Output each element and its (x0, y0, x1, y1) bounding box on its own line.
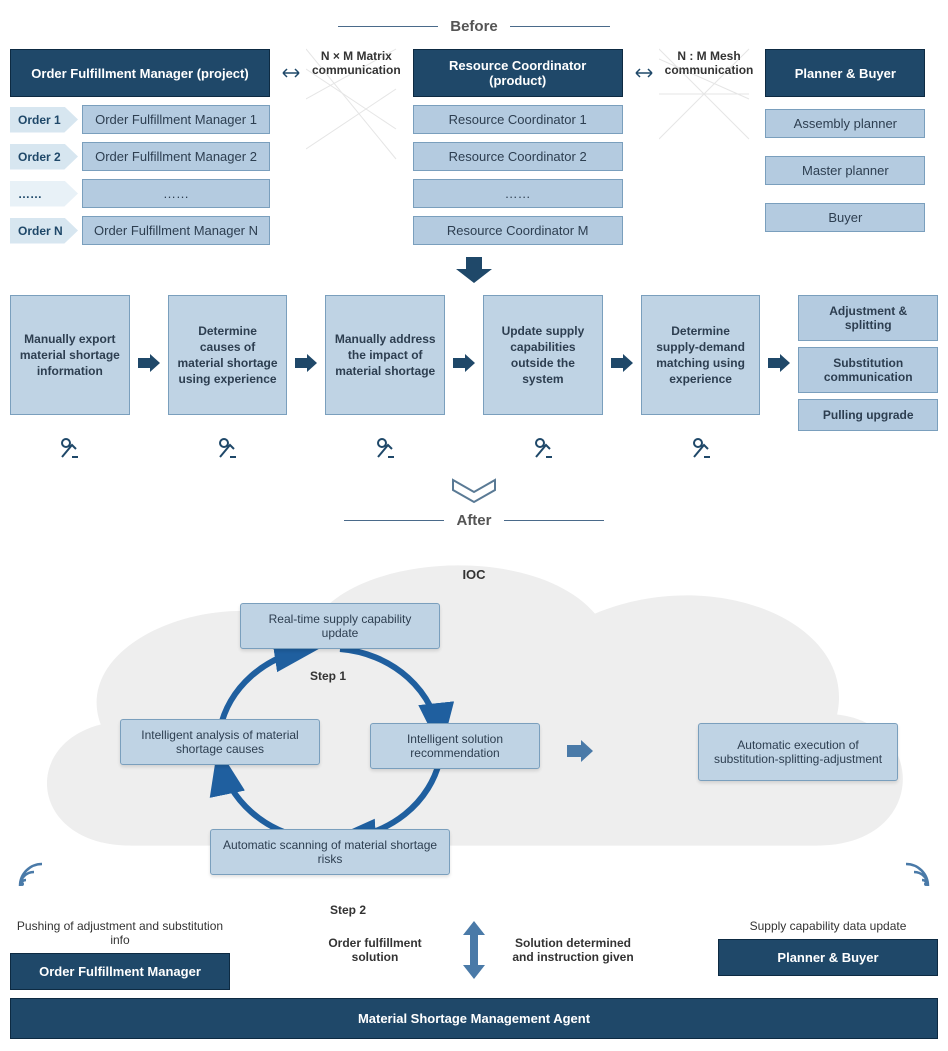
order-chevron-dots: …… (10, 181, 78, 207)
before-header: Before (10, 18, 938, 35)
ofm-item-dots: …… (82, 179, 270, 208)
mesh-lines-icon (306, 39, 606, 189)
wifi-icon (902, 860, 932, 893)
updown-arrow-icon (459, 919, 489, 981)
bottom-block: Pushing of adjustment and substitution i… (10, 919, 938, 1039)
worker-icon (532, 435, 556, 459)
mid-right-text: Solution determined and instruction give… (503, 936, 643, 964)
ioc-label: IOC (462, 567, 485, 582)
divider (504, 520, 604, 521)
order-chevron: Order 1 (10, 107, 78, 133)
arrow-right-icon (293, 295, 319, 431)
divider (338, 26, 438, 27)
right-note: Supply capability data update (718, 919, 938, 933)
worker-icon-row (10, 435, 938, 462)
left-note: Pushing of adjustment and substitution i… (10, 919, 230, 947)
cycle-node-top: Real-time supply capability update (240, 603, 440, 649)
process-output: Pulling upgrade (798, 399, 938, 431)
arrow-right-icon (766, 295, 792, 431)
matrix-comm-label: N × M Matrix communication (312, 49, 401, 77)
divider (510, 26, 610, 27)
ofm-item: Order Fulfillment Manager N (82, 216, 270, 245)
auto-execution-box: Automatic execution of substitution-spli… (698, 723, 898, 781)
process-output: Substitution communication (798, 347, 938, 393)
divider (344, 520, 444, 521)
agent-bar: Material Shortage Management Agent (10, 998, 938, 1039)
process-output: Adjustment & splitting (798, 295, 938, 341)
arrow-right-icon (565, 738, 595, 767)
ofm-header: Order Fulfillment Manager (project) (10, 49, 270, 97)
roles-row: Order Fulfillment Manager (project) Orde… (10, 49, 938, 245)
bidir-arrow (635, 49, 653, 97)
arrow-right-icon (136, 295, 162, 431)
order-chevron: Order 2 (10, 144, 78, 170)
planner-item: Buyer (765, 203, 925, 232)
arrow-right-icon (451, 295, 477, 431)
bidir-arrow (282, 49, 300, 97)
mesh-lines-icon (659, 39, 948, 189)
ofm-column: Order Fulfillment Manager (project) Orde… (10, 49, 270, 245)
step1-label: Step 1 (310, 669, 346, 683)
left-role-bar: Order Fulfillment Manager (10, 953, 230, 990)
before-title: Before (450, 18, 498, 35)
worker-icon (690, 435, 714, 459)
worker-icon (58, 435, 82, 459)
process-step: Determine supply-demand matching using e… (641, 295, 761, 415)
worker-icon (216, 435, 240, 459)
ofm-item: Order Fulfillment Manager 1 (82, 105, 270, 134)
cycle-diagram: Real-time supply capability update Intel… (140, 599, 520, 873)
mid-left-text: Order fulfillment solution (305, 936, 445, 964)
after-header: After (10, 512, 938, 529)
mesh-comm-label: N : M Mesh communication (665, 49, 754, 77)
cycle-node-right: Intelligent solution recommendation (370, 723, 540, 769)
after-title: After (456, 512, 491, 529)
process-step: Manually address the impact of material … (325, 295, 445, 415)
cycle-node-bottom: Automatic scanning of material shortage … (210, 829, 450, 875)
process-step: Update supply capabilities outside the s… (483, 295, 603, 415)
arrow-right-icon (609, 295, 635, 431)
transition-chevron-icon (10, 476, 938, 504)
process-step: Determine causes of material shortage us… (168, 295, 288, 415)
wifi-icon (16, 860, 46, 893)
worker-icon (374, 435, 398, 459)
down-arrow-icon (10, 255, 938, 285)
rc-item: Resource Coordinator M (413, 216, 623, 245)
process-row: Manually export material shortage inform… (10, 295, 938, 431)
order-chevron: Order N (10, 218, 78, 244)
ofm-item: Order Fulfillment Manager 2 (82, 142, 270, 171)
cloud-container: IOC Real-time supply capability update I… (10, 543, 938, 923)
right-role-bar: Planner & Buyer (718, 939, 938, 976)
process-step: Manually export material shortage inform… (10, 295, 130, 415)
process-outputs: Adjustment & splitting Substitution comm… (798, 295, 938, 431)
cycle-node-left: Intelligent analysis of material shortag… (120, 719, 320, 765)
step2-label: Step 2 (330, 903, 366, 917)
